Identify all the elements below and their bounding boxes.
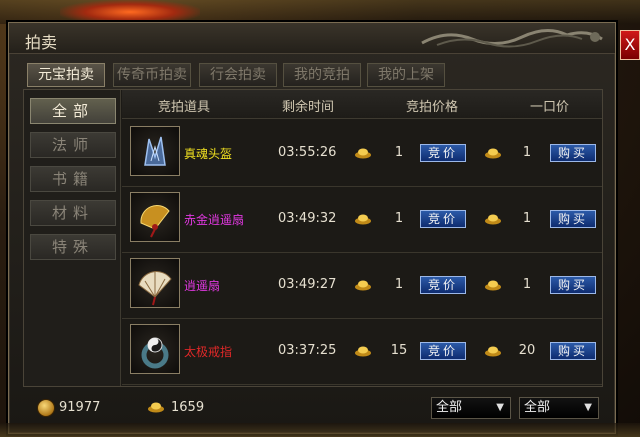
ingot-icon bbox=[485, 148, 501, 159]
item-name: 赤金逍遥扇 bbox=[184, 213, 245, 227]
bid-button[interactable]: 竞价 bbox=[420, 342, 466, 360]
bid-price: 1 bbox=[394, 277, 404, 292]
remaining-time: 03:55:26 bbox=[278, 145, 337, 160]
golden-fan-icon[interactable] bbox=[130, 192, 180, 242]
buy-button[interactable]: 购买 bbox=[550, 276, 596, 294]
table-row[interactable]: 赤金逍遥扇 03:49:32 1 竞价 1 购买 bbox=[122, 186, 602, 253]
item-name: 真魂头盔 bbox=[184, 147, 233, 161]
tab-my-bids[interactable]: 我的竞拍 bbox=[283, 63, 361, 87]
coin-icon bbox=[37, 399, 55, 417]
currency-footer: 91977 1659 全部 ▼ 全部 ▼ bbox=[23, 389, 601, 427]
buy-button[interactable]: 购买 bbox=[550, 144, 596, 162]
filter-select-1-value: 全部 bbox=[436, 400, 463, 415]
bid-price: 15 bbox=[390, 343, 408, 358]
tab-guild-auction[interactable]: 行会拍卖 bbox=[199, 63, 277, 87]
window-title: 拍卖 bbox=[25, 33, 58, 52]
table-row[interactable]: 逍遥扇 03:49:27 1 竞价 1 购买 bbox=[122, 252, 602, 319]
ingot-icon bbox=[355, 148, 371, 159]
auction-panel: 全部 法师 书籍 材料 特殊 竞拍道具 剩余时间 竞拍价格 一口价 真魂头盔 0… bbox=[23, 89, 603, 387]
column-buyout: 一口价 bbox=[530, 100, 570, 115]
column-item: 竞拍道具 bbox=[158, 100, 211, 115]
category-books[interactable]: 书籍 bbox=[30, 166, 116, 192]
table-row[interactable]: 太极戒指 03:37:25 15 竞价 20 购买 bbox=[122, 318, 602, 385]
ingot-amount: 1659 bbox=[171, 400, 205, 415]
tab-legend-coin-auction[interactable]: 传奇币拍卖 bbox=[113, 63, 191, 87]
filter-select-1[interactable]: 全部 ▼ bbox=[431, 397, 511, 419]
close-button[interactable]: X bbox=[620, 30, 640, 60]
bid-button[interactable]: 竞价 bbox=[420, 276, 466, 294]
dragon-ornament-icon bbox=[421, 29, 603, 48]
ingot-icon bbox=[148, 402, 164, 413]
ingot-icon bbox=[485, 346, 501, 357]
bid-button[interactable]: 竞价 bbox=[420, 144, 466, 162]
bid-price: 1 bbox=[394, 211, 404, 226]
remaining-time: 03:49:27 bbox=[278, 277, 337, 292]
buyout-price: 1 bbox=[522, 145, 532, 160]
filter-select-2-value: 全部 bbox=[524, 400, 551, 415]
auction-window: 拍卖 元宝拍卖 传奇币拍卖 行会拍卖 我的竞拍 我的上架 全部 法师 书籍 材料… bbox=[8, 22, 616, 434]
category-mage[interactable]: 法师 bbox=[30, 132, 116, 158]
fan-icon[interactable] bbox=[130, 258, 180, 308]
item-name: 逍遥扇 bbox=[184, 279, 221, 293]
buy-button[interactable]: 购买 bbox=[550, 342, 596, 360]
ingot-icon bbox=[355, 346, 371, 357]
background-scenery-bottom bbox=[0, 423, 640, 437]
table-header: 竞拍道具 剩余时间 竞拍价格 一口价 bbox=[122, 90, 602, 119]
bid-price: 1 bbox=[394, 145, 404, 160]
tab-yuanbao-auction[interactable]: 元宝拍卖 bbox=[27, 63, 105, 87]
item-name: 太极戒指 bbox=[184, 345, 233, 359]
column-time: 剩余时间 bbox=[282, 100, 335, 115]
chevron-down-icon: ▼ bbox=[496, 402, 504, 413]
remaining-time: 03:49:32 bbox=[278, 211, 337, 226]
auction-list: 真魂头盔 03:55:26 1 竞价 1 购买 赤金逍遥扇 03:49:32 1… bbox=[122, 120, 602, 386]
tab-my-listings[interactable]: 我的上架 bbox=[367, 63, 445, 87]
buy-button[interactable]: 购买 bbox=[550, 210, 596, 228]
buyout-price: 1 bbox=[522, 277, 532, 292]
remaining-time: 03:37:25 bbox=[278, 343, 337, 358]
ingot-icon bbox=[485, 214, 501, 225]
coin-amount: 91977 bbox=[59, 400, 101, 415]
ingot-icon bbox=[485, 280, 501, 291]
background-fire bbox=[60, 0, 200, 24]
ingot-icon bbox=[355, 214, 371, 225]
buyout-price: 1 bbox=[522, 211, 532, 226]
table-row[interactable]: 真魂头盔 03:55:26 1 竞价 1 购买 bbox=[122, 120, 602, 187]
title-bar[interactable]: 拍卖 bbox=[9, 23, 615, 54]
category-materials[interactable]: 材料 bbox=[30, 200, 116, 226]
helmet-icon[interactable] bbox=[130, 126, 180, 176]
category-all[interactable]: 全部 bbox=[30, 98, 116, 124]
category-sidebar: 全部 法师 书籍 材料 特殊 bbox=[24, 90, 121, 386]
chevron-down-icon: ▼ bbox=[584, 402, 592, 413]
column-bid-price: 竞拍价格 bbox=[406, 100, 459, 115]
bid-button[interactable]: 竞价 bbox=[420, 210, 466, 228]
buyout-price: 20 bbox=[518, 343, 536, 358]
taiji-ring-icon[interactable] bbox=[130, 324, 180, 374]
ingot-icon bbox=[355, 280, 371, 291]
category-special[interactable]: 特殊 bbox=[30, 234, 116, 260]
filter-select-2[interactable]: 全部 ▼ bbox=[519, 397, 599, 419]
